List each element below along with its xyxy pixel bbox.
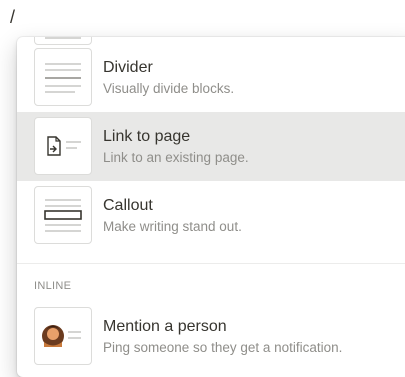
menu-item-title: Link to page <box>103 127 191 145</box>
menu-item-text: Mention a person Ping someone so they ge… <box>103 317 342 357</box>
menu-item-divider[interactable]: Divider Visually divide blocks. <box>17 43 405 112</box>
section-label-inline: INLINE <box>34 280 72 292</box>
menu-item-title: Mention a person <box>103 317 227 335</box>
menu-item-title: Divider <box>103 58 153 76</box>
menu-item-description: Link to an existing page. <box>103 149 249 165</box>
link-to-page-icon <box>34 117 92 175</box>
menu-item-description: Ping someone so they get a notification. <box>103 339 343 355</box>
menu-item-text: Divider Visually divide blocks. <box>103 58 234 98</box>
menu-item-text: Callout Make writing stand out. <box>103 196 242 236</box>
menu-item-text: Link to page Link to an existing page. <box>103 127 249 167</box>
menu-item-description: Visually divide blocks. <box>103 80 235 96</box>
section-divider <box>17 263 405 264</box>
menu-item-description: Make writing stand out. <box>103 218 242 234</box>
block-menu: Divider Visually divide blocks. Link to … <box>17 37 405 377</box>
menu-item-link-to-page[interactable]: Link to page Link to an existing page. <box>17 112 405 181</box>
callout-icon <box>34 186 92 244</box>
slash-command-input[interactable]: / <box>10 7 15 28</box>
person-avatar-icon <box>34 307 92 365</box>
divider-icon <box>34 48 92 106</box>
menu-item-callout[interactable]: Callout Make writing stand out. <box>17 181 405 250</box>
menu-item-mention-person[interactable]: Mention a person Ping someone so they ge… <box>17 302 405 371</box>
menu-item-title: Callout <box>103 196 153 214</box>
